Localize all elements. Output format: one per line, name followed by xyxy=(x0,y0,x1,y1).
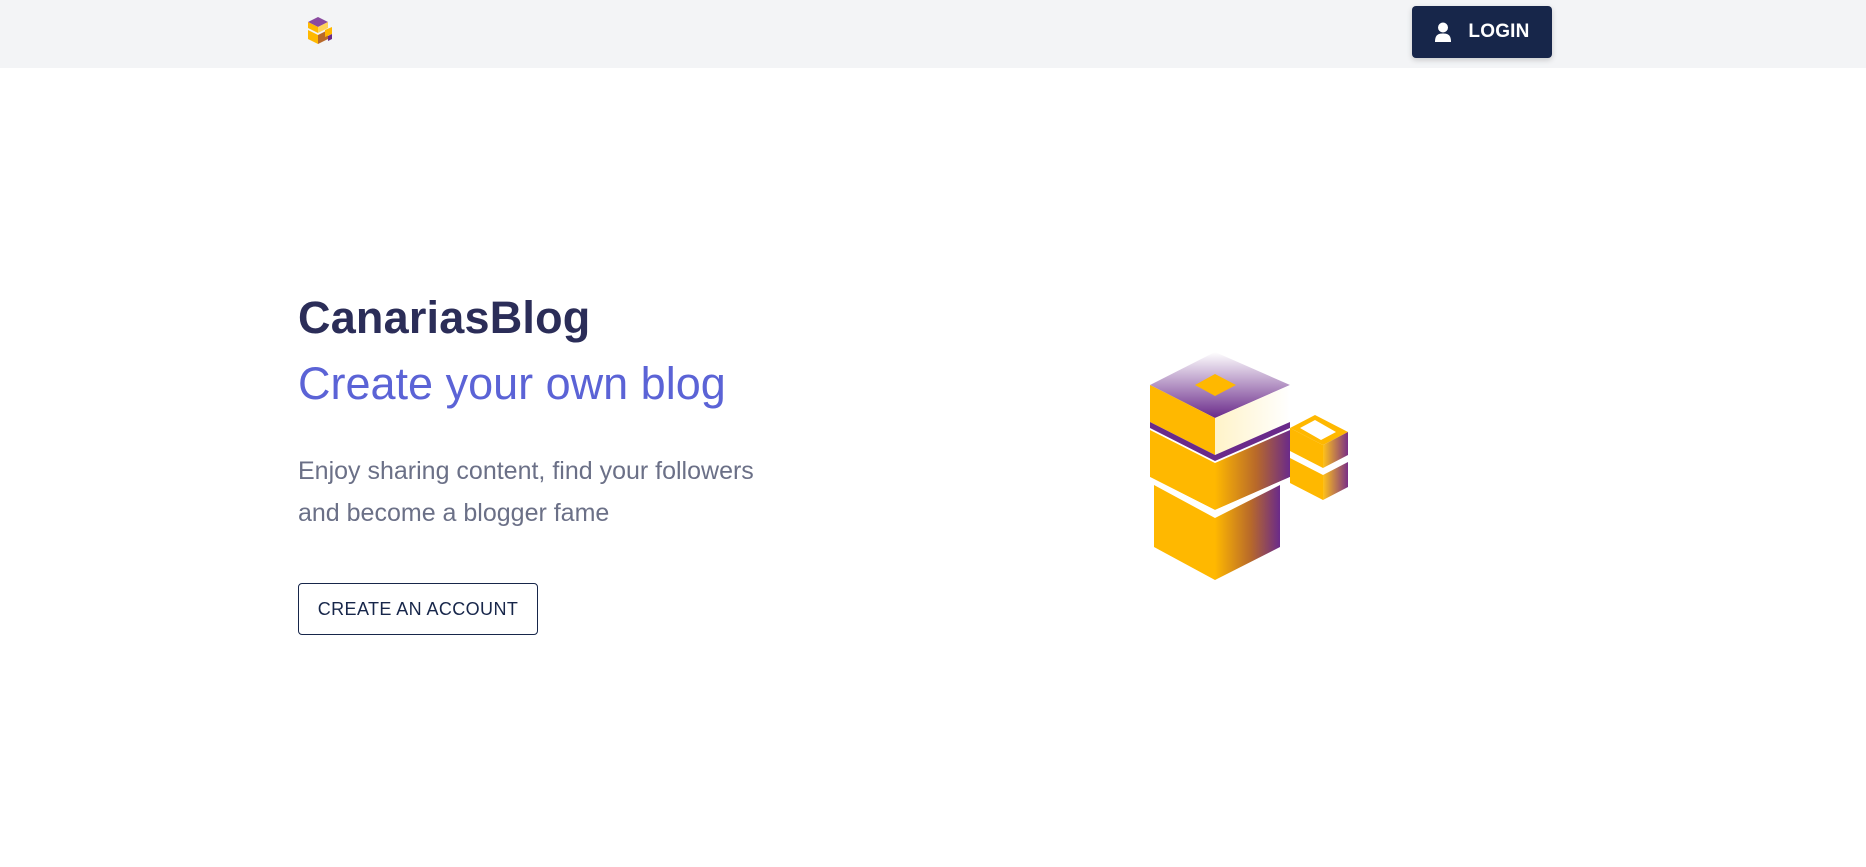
page-subtitle: Create your own blog xyxy=(298,358,726,409)
hero-description: Enjoy sharing content, find your followe… xyxy=(298,450,818,534)
hero-description-line-1: Enjoy sharing content, find your followe… xyxy=(298,457,754,485)
user-icon xyxy=(1435,22,1452,42)
blocks-illustration xyxy=(1150,352,1348,580)
page-title: CanariasBlog xyxy=(298,292,591,343)
hero-description-line-2: and become a blogger fame xyxy=(298,499,610,527)
create-account-button[interactable]: CREATE AN ACCOUNT xyxy=(298,583,538,635)
top-navbar: LOGIN xyxy=(0,0,1866,68)
blocks-logo-icon[interactable] xyxy=(306,16,334,46)
login-button-label: LOGIN xyxy=(1468,21,1530,42)
login-button[interactable]: LOGIN xyxy=(1412,6,1552,58)
